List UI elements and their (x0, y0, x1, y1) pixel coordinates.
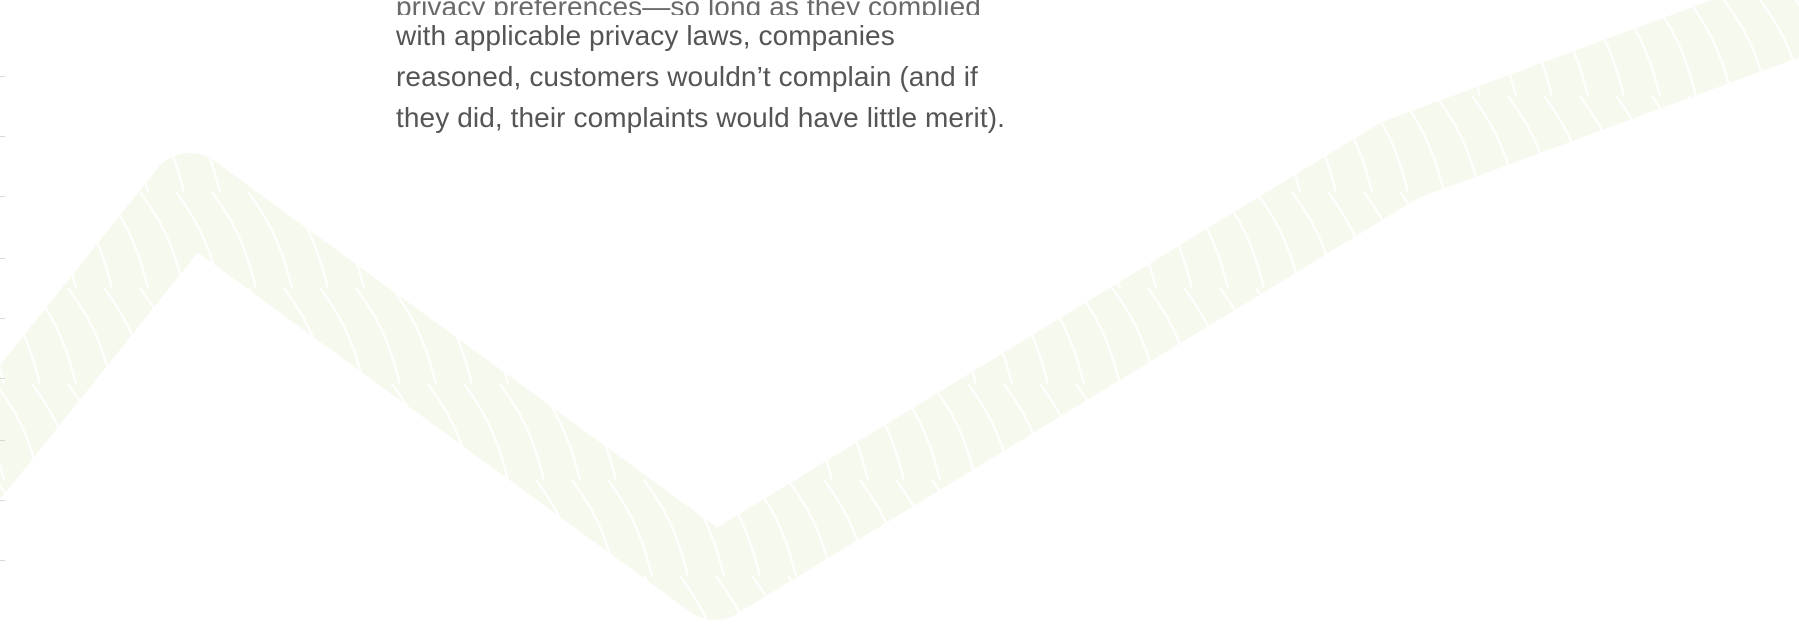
paragraph-line: reasoned, customers wouldn’t complain (a… (396, 61, 978, 92)
paragraph-line: privacy preferences—so long as they comp… (396, 0, 1076, 15)
body-paragraph: privacy preferences—so long as they comp… (396, 0, 1076, 138)
paragraph-line: they did, their complaints would have li… (396, 102, 1006, 133)
page-edge-marks (0, 0, 6, 630)
paragraph-line: with applicable privacy laws, companies (396, 20, 895, 51)
